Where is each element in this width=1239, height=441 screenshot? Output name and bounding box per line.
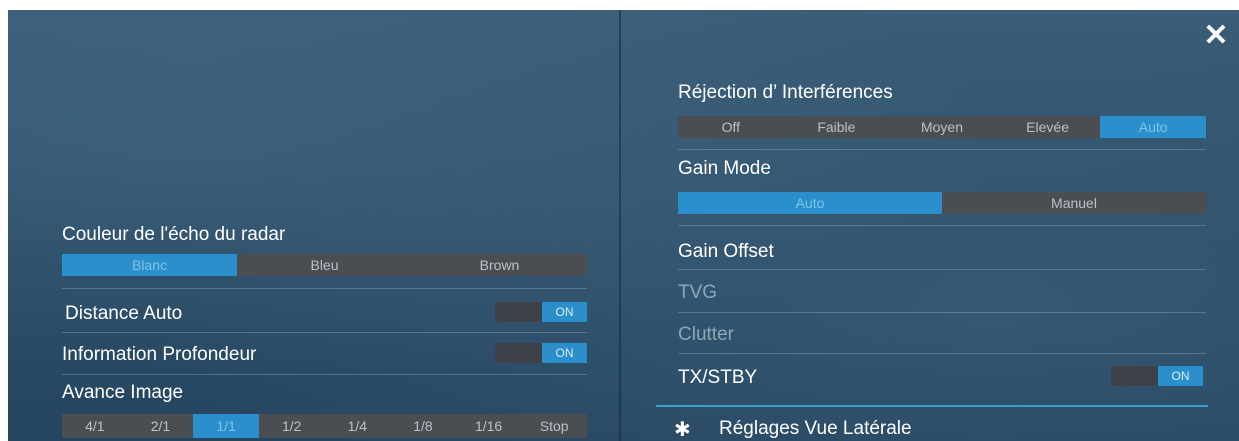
image-advance-option[interactable]: 2/1 (128, 414, 194, 438)
image-advance-option[interactable]: Stop (521, 414, 587, 438)
toggle-state: ON (1158, 366, 1203, 386)
interference-option[interactable]: Moyen (889, 116, 995, 138)
tx-stby-label: TX/STBY (678, 367, 758, 388)
interference-option[interactable]: Faible (784, 116, 890, 138)
image-advance-option[interactable]: 1/2 (259, 414, 325, 438)
auto-range-label: Distance Auto (65, 303, 183, 324)
echo-color-selector: Blanc Bleu Brown (62, 254, 587, 276)
row-separator (678, 225, 1206, 226)
image-advance-option[interactable]: 1/8 (390, 414, 456, 438)
image-advance-option[interactable]: 4/1 (62, 414, 128, 438)
toggle-off-area (495, 302, 542, 322)
image-advance-option[interactable]: 1/16 (456, 414, 522, 438)
interference-option[interactable]: Elevée (995, 116, 1101, 138)
gain-mode-option[interactable]: Manuel (942, 192, 1206, 214)
echo-color-option[interactable]: Bleu (237, 254, 412, 276)
gear-icon: ✱ (674, 419, 691, 441)
image-advance-option[interactable]: 1/1 (193, 414, 259, 438)
gain-mode-label: Gain Mode (678, 158, 771, 179)
interference-option[interactable]: Auto (1100, 116, 1206, 138)
row-separator (678, 269, 1206, 270)
row-separator (62, 374, 587, 375)
tx-stby-toggle[interactable]: ON (1111, 366, 1203, 386)
row-separator (62, 288, 587, 289)
interference-label: Réjection d’ Interférences (678, 82, 893, 103)
row-separator (678, 149, 1206, 150)
echo-color-label: Couleur de l'écho du radar (62, 224, 286, 245)
settings-screen: ✕ Couleur de l'écho du radar Blanc Bleu … (8, 10, 1239, 441)
column-divider (619, 10, 621, 441)
toggle-state: ON (542, 343, 587, 363)
echo-color-option[interactable]: Blanc (62, 254, 237, 276)
image-advance-label: Avance Image (62, 382, 184, 403)
toggle-off-area (495, 343, 542, 363)
interference-option[interactable]: Off (678, 116, 784, 138)
clutter-label[interactable]: Clutter (678, 324, 734, 346)
row-separator (62, 332, 587, 333)
toggle-state: ON (542, 302, 587, 322)
toggle-off-area (1111, 366, 1158, 386)
section-separator (656, 405, 1208, 407)
side-view-settings-link[interactable]: Réglages Vue Latérale (719, 418, 912, 440)
row-separator (678, 312, 1206, 313)
gain-mode-option[interactable]: Auto (678, 192, 942, 214)
gain-mode-selector: Auto Manuel (678, 192, 1206, 214)
row-separator (678, 353, 1206, 354)
depth-info-label: Information Profondeur (62, 344, 257, 365)
tvg-label[interactable]: TVG (678, 282, 717, 304)
interference-selector: Off Faible Moyen Elevée Auto (678, 116, 1206, 138)
image-advance-selector: 4/1 2/1 1/1 1/2 1/4 1/8 1/16 Stop (62, 414, 587, 438)
gain-offset-label[interactable]: Gain Offset (678, 241, 774, 263)
echo-color-option[interactable]: Brown (412, 254, 587, 276)
image-advance-option[interactable]: 1/4 (325, 414, 391, 438)
close-icon[interactable]: ✕ (1202, 21, 1230, 51)
auto-range-toggle[interactable]: ON (495, 302, 587, 322)
depth-info-toggle[interactable]: ON (495, 343, 587, 363)
